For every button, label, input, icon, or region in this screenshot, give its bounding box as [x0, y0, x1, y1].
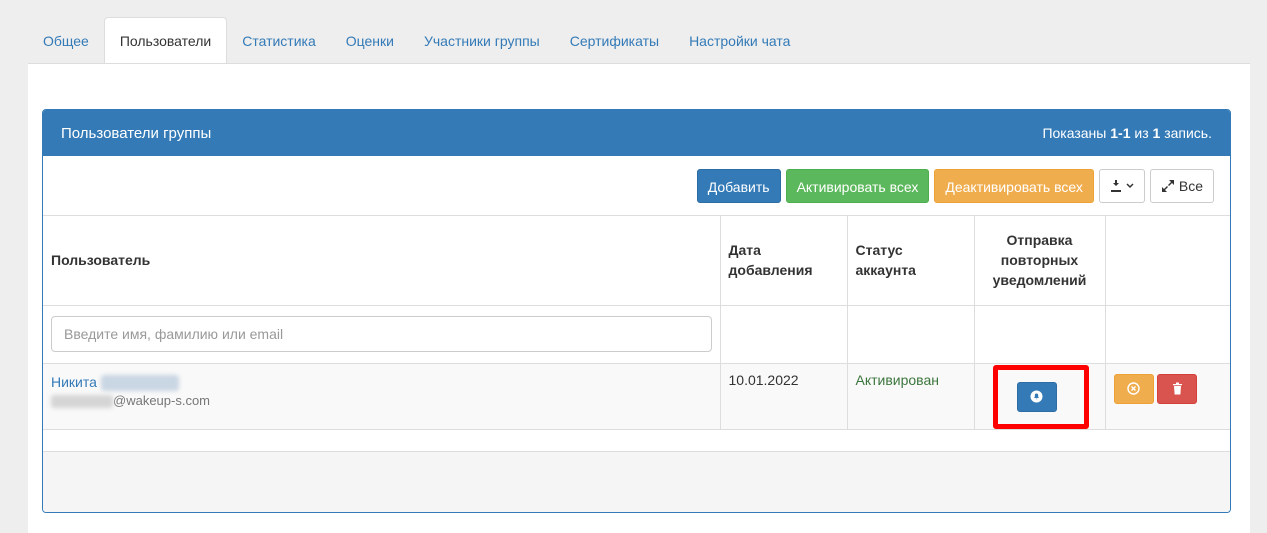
export-icon — [1111, 179, 1122, 192]
header-actions — [1105, 216, 1230, 306]
expand-icon — [1161, 179, 1174, 192]
tab-users[interactable]: Пользователи — [103, 17, 228, 64]
empty-cell — [720, 429, 847, 452]
resend-notification-button[interactable] — [1016, 381, 1057, 412]
table-row: Никита @wakeup-s.com 10.01.2022 Активиро… — [43, 363, 1230, 430]
panel-title: Пользователи группы — [61, 124, 212, 142]
cancel-circle-icon — [1127, 382, 1140, 395]
filter-date-cell — [720, 305, 848, 364]
empty-cell — [1105, 429, 1230, 452]
header-status[interactable]: Статус аккаунта — [847, 216, 975, 306]
redacted-email-local — [51, 394, 113, 408]
toolbar: Добавить Активировать всех Деактивироват… — [43, 156, 1230, 216]
user-name[interactable]: Никита — [51, 372, 712, 392]
expand-all-label: Все — [1178, 177, 1203, 194]
header-user[interactable]: Пользователь — [43, 216, 721, 306]
expand-all-button[interactable]: Все — [1149, 168, 1214, 203]
tab-general[interactable]: Общее — [28, 18, 104, 64]
summary-range: 1-1 — [1110, 125, 1131, 141]
status-cell: Активирован — [847, 363, 975, 430]
empty-cell — [974, 429, 1105, 452]
tab-group-members[interactable]: Участники группы — [409, 18, 555, 64]
header-notify: Отправка повторных уведомлений — [974, 216, 1106, 306]
bell-icon — [1030, 390, 1043, 403]
trash-icon — [1172, 382, 1182, 395]
summary-prefix: Показаны — [1042, 125, 1111, 141]
tab-chat-settings[interactable]: Настройки чата — [674, 18, 805, 64]
tab-statistics[interactable]: Статистика — [227, 18, 331, 64]
empty-cell — [847, 429, 974, 452]
tab-certificates[interactable]: Сертификаты — [555, 18, 674, 64]
filter-actions-cell — [1105, 305, 1230, 364]
filter-user-cell — [43, 305, 721, 364]
panel-heading: Пользователи группы Показаны 1-1 из 1 за… — [43, 110, 1230, 156]
filter-row — [43, 305, 1230, 364]
users-panel: Пользователи группы Показаны 1-1 из 1 за… — [42, 109, 1231, 513]
filter-notify-cell — [974, 305, 1106, 364]
actions-cell — [1105, 363, 1230, 430]
activate-all-button[interactable]: Активировать всех — [785, 168, 930, 203]
user-cell: Никита @wakeup-s.com — [43, 363, 721, 430]
filter-status-cell — [847, 305, 975, 364]
user-email: @wakeup-s.com — [51, 392, 712, 410]
records-summary: Показаны 1-1 из 1 запись. — [1042, 125, 1212, 141]
add-button[interactable]: Добавить — [696, 168, 781, 203]
deactivate-user-button[interactable] — [1113, 373, 1154, 404]
export-dropdown-button[interactable] — [1098, 168, 1145, 203]
redacted-last-name — [100, 374, 179, 391]
deactivate-all-button[interactable]: Деактивировать всех — [934, 168, 1094, 203]
chevron-down-icon — [1126, 182, 1134, 188]
delete-user-button[interactable] — [1157, 373, 1198, 404]
empty-row — [43, 429, 1230, 452]
notify-cell — [974, 363, 1106, 430]
tab-grades[interactable]: Оценки — [331, 18, 409, 64]
user-email-domain: @wakeup-s.com — [113, 392, 211, 408]
header-date[interactable]: Дата добавления — [720, 216, 848, 306]
user-search-input[interactable] — [51, 316, 712, 352]
tab-bar: Общее Пользователи Статистика Оценки Уча… — [28, 17, 1250, 64]
users-table: Пользователь Дата добавления Статус акка… — [43, 216, 1230, 452]
summary-suffix: запись. — [1160, 125, 1212, 141]
panel-footer — [43, 451, 1230, 512]
summary-mid: из — [1130, 125, 1153, 141]
table-header-row: Пользователь Дата добавления Статус акка… — [43, 216, 1230, 306]
empty-cell — [43, 429, 720, 452]
user-first-name[interactable]: Никита — [51, 374, 97, 390]
date-cell: 10.01.2022 — [720, 363, 848, 430]
